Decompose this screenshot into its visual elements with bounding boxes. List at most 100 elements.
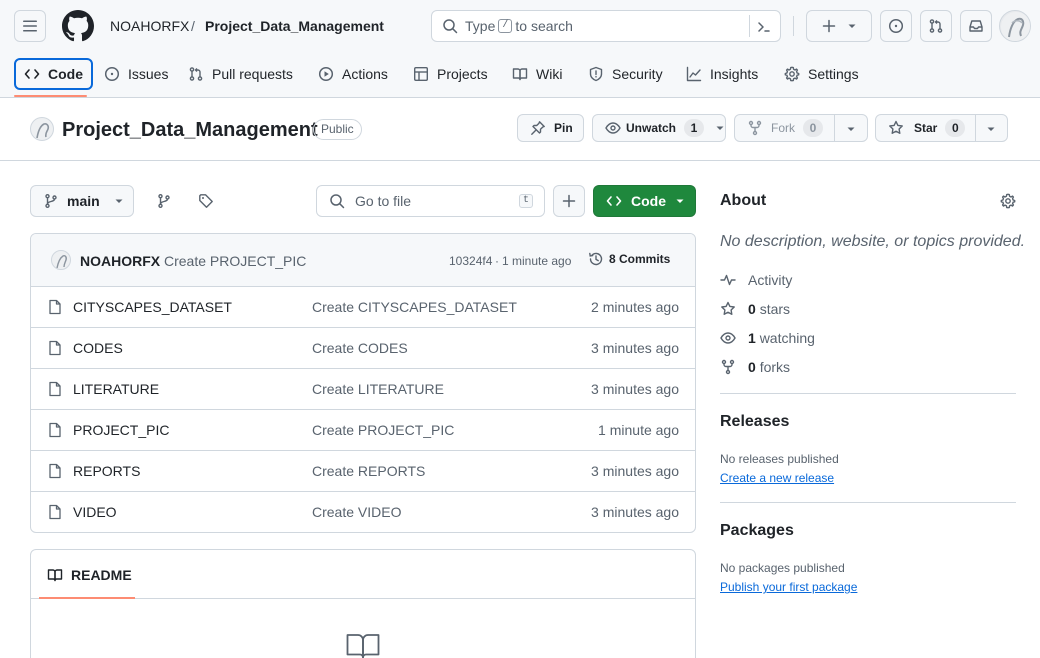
file-commit-message[interactable]: Create CODES	[312, 340, 408, 356]
breadcrumb-owner[interactable]: NOAHORFX	[110, 17, 189, 35]
file-icon	[49, 340, 61, 356]
tab-issues[interactable]: Issues	[96, 58, 176, 90]
menu-button[interactable]	[14, 10, 46, 42]
tab-wiki[interactable]: Wiki	[504, 58, 570, 90]
eye-icon	[720, 332, 736, 344]
file-commit-message[interactable]: Create REPORTS	[312, 463, 425, 479]
star-button[interactable]: Star 0	[875, 114, 1008, 142]
file-commit-message[interactable]: Create PROJECT_PIC	[312, 422, 454, 438]
publish-package-link[interactable]: Publish your first package	[720, 580, 857, 594]
repo-title[interactable]: Project_Data_Management	[62, 118, 318, 142]
file-row[interactable]: VIDEO Create VIDEO 3 minutes ago	[31, 492, 695, 532]
file-name[interactable]: PROJECT_PIC	[73, 422, 169, 438]
readme-tab[interactable]: README	[47, 567, 132, 583]
tab-pull-requests[interactable]: Pull requests	[180, 58, 301, 90]
create-new-button[interactable]	[806, 10, 872, 42]
breadcrumb-repo[interactable]: Project_Data_Management	[205, 17, 384, 35]
activity-label: Activity	[748, 272, 793, 288]
visibility-badge: Public	[313, 119, 362, 140]
history-icon	[589, 252, 603, 266]
commit-author[interactable]: NOAHORFX	[80, 253, 160, 269]
forks-label: forks	[759, 359, 791, 375]
branches-button[interactable]	[148, 185, 180, 217]
file-commit-time: 3 minutes ago	[591, 381, 679, 397]
commit-hash[interactable]: 10324f4	[449, 254, 492, 268]
pin-icon	[531, 121, 545, 135]
tab-projects[interactable]: Projects	[405, 58, 496, 90]
commit-author-avatar[interactable]	[51, 250, 71, 270]
graph-icon	[686, 66, 702, 82]
issues-button[interactable]	[880, 10, 912, 42]
watching-count: 1	[748, 330, 756, 346]
file-commit-time: 3 minutes ago	[591, 463, 679, 479]
commit-time: 1 minute ago	[502, 254, 572, 268]
forks-count: 0	[748, 359, 756, 375]
file-name[interactable]: REPORTS	[73, 463, 140, 479]
pin-button[interactable]: Pin	[517, 114, 584, 142]
triangle-down-icon	[676, 199, 684, 203]
watch-button[interactable]: Unwatch 1	[592, 114, 726, 142]
table-icon	[414, 67, 429, 82]
latest-commit-bar: NOAHORFX Create PROJECT_PIC 10324f4 · 1 …	[31, 234, 695, 287]
tab-actions[interactable]: Actions	[310, 58, 396, 90]
code-button-label: Code	[631, 193, 666, 209]
commits-history-link[interactable]: 8 Commits	[588, 251, 670, 267]
inbox-icon	[969, 20, 983, 32]
add-file-button[interactable]	[553, 185, 585, 217]
watching-label: watching	[759, 330, 815, 346]
sidebar-divider	[720, 393, 1016, 394]
activity-link[interactable]: Activity	[720, 270, 792, 290]
stars-label: stars	[759, 301, 791, 317]
pull-requests-button[interactable]	[920, 10, 952, 42]
file-icon	[49, 381, 61, 397]
tab-code[interactable]: Code	[14, 58, 93, 90]
commit-message[interactable]: Create PROJECT_PIC	[164, 253, 306, 269]
file-browser: NOAHORFX Create PROJECT_PIC 10324f4 · 1 …	[30, 233, 696, 533]
fork-button[interactable]: Fork 0	[734, 114, 868, 142]
tab-settings[interactable]: Settings	[776, 58, 867, 90]
file-name[interactable]: LITERATURE	[73, 381, 159, 397]
file-row[interactable]: PROJECT_PIC Create PROJECT_PIC 1 minute …	[31, 410, 695, 451]
code-icon	[606, 196, 622, 206]
branch-selector[interactable]: main	[30, 185, 134, 217]
plus-icon	[822, 19, 836, 33]
inbox-button[interactable]	[960, 10, 992, 42]
file-name[interactable]: CITYSCAPES_DATASET	[73, 299, 232, 315]
star-icon	[721, 301, 735, 315]
forks-link[interactable]: 0 forks	[720, 357, 790, 377]
pull-request-icon	[189, 67, 203, 81]
tab-label: Code	[48, 66, 83, 82]
play-icon	[318, 66, 334, 82]
file-row[interactable]: CODES Create CODES 3 minutes ago	[31, 328, 695, 369]
tab-insights[interactable]: Insights	[678, 58, 766, 90]
tab-security[interactable]: Security	[580, 58, 671, 90]
gear-icon[interactable]	[1000, 193, 1016, 209]
stars-count: 0	[748, 301, 756, 317]
packages-heading[interactable]: Packages	[720, 522, 794, 540]
releases-heading[interactable]: Releases	[720, 413, 789, 431]
file-name[interactable]: VIDEO	[73, 504, 117, 520]
tags-button[interactable]	[190, 185, 222, 217]
readme-tab-label: README	[71, 567, 132, 583]
file-row[interactable]: CITYSCAPES_DATASET Create CITYSCAPES_DAT…	[31, 287, 695, 328]
create-release-link[interactable]: Create a new release	[720, 471, 834, 485]
user-avatar[interactable]	[999, 10, 1031, 42]
command-palette-icon[interactable]	[756, 19, 772, 35]
about-heading: About	[720, 192, 767, 209]
file-commit-message[interactable]: Create VIDEO	[312, 504, 401, 520]
go-to-file-input[interactable]: Go to file t	[316, 185, 545, 217]
global-search-input[interactable]: Type / to search	[431, 10, 781, 42]
watching-link[interactable]: 1 watching	[720, 328, 815, 348]
file-commit-message[interactable]: Create CITYSCAPES_DATASET	[312, 299, 517, 315]
repo-owner-avatar[interactable]	[30, 117, 54, 141]
stars-link[interactable]: 0 stars	[720, 299, 790, 319]
file-name[interactable]: CODES	[73, 340, 123, 356]
file-row[interactable]: LITERATURE Create LITERATURE 3 minutes a…	[31, 369, 695, 410]
github-logo-icon[interactable]	[62, 10, 94, 42]
file-commit-message[interactable]: Create LITERATURE	[312, 381, 444, 397]
tab-label: Issues	[128, 66, 169, 82]
code-dropdown-button[interactable]: Code	[593, 185, 696, 217]
repo-forked-icon	[721, 359, 735, 375]
search-icon	[330, 194, 345, 209]
file-row[interactable]: REPORTS Create REPORTS 3 minutes ago	[31, 451, 695, 492]
